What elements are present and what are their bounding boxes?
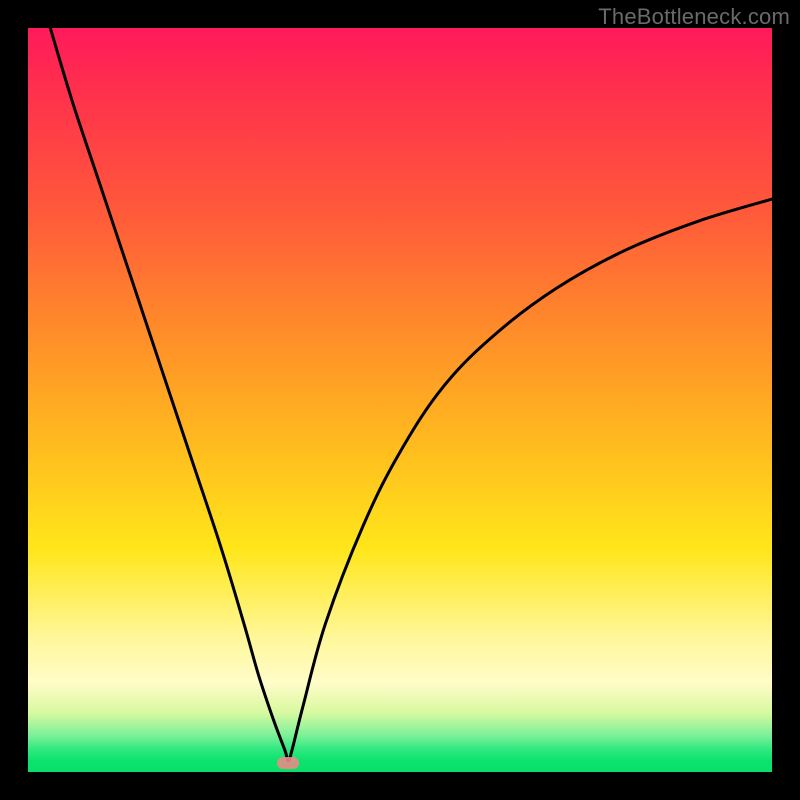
min-marker [277,757,299,769]
curve-svg [28,28,772,772]
plot-area [28,28,772,772]
bottleneck-curve [50,28,772,761]
chart-frame: TheBottleneck.com [0,0,800,800]
watermark-text: TheBottleneck.com [598,4,790,30]
